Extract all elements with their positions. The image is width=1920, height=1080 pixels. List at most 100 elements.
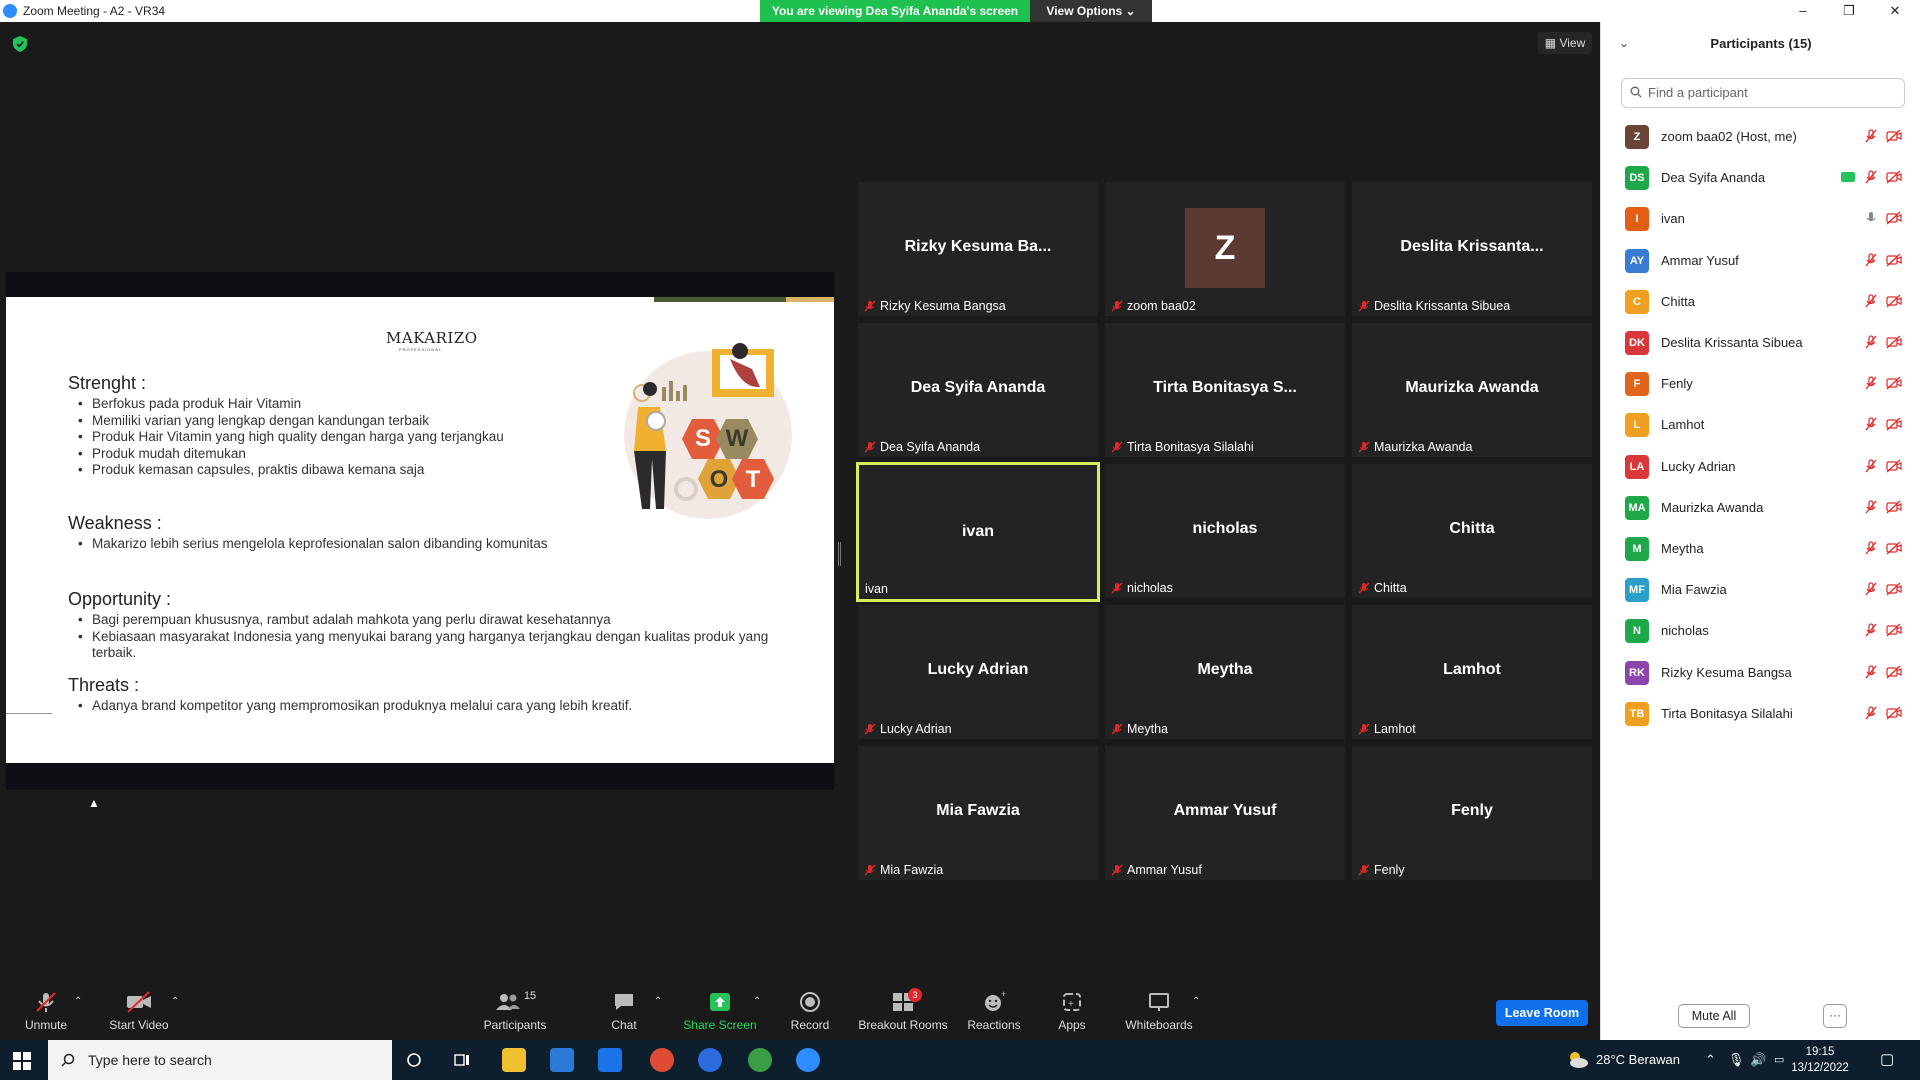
participant-mic-status[interactable] (1864, 335, 1878, 354)
participant-row[interactable]: C Chitta (1601, 281, 1920, 322)
participant-video-status[interactable] (1886, 170, 1902, 189)
participant-video-status[interactable] (1886, 582, 1902, 601)
participant-row[interactable]: DS Dea Syifa Ananda (1601, 157, 1920, 198)
video-tile[interactable]: Deslita Krissanta... Deslita Krissanta S… (1352, 182, 1592, 316)
participant-row[interactable]: RK Rizky Kesuma Bangsa (1601, 652, 1920, 693)
zoom-taskbar-icon[interactable] (796, 1048, 820, 1072)
whiteboards-button[interactable]: Whiteboards (1124, 988, 1194, 1032)
audio-options-caret-icon[interactable]: ⌃ (74, 996, 82, 1007)
restore-button[interactable]: ❐ (1826, 0, 1872, 22)
participant-mic-status[interactable] (1864, 541, 1878, 560)
taskbar-search-box[interactable]: Type here to search (48, 1040, 392, 1080)
shared-screen[interactable]: MAKARIZO PROFESSIONAL Strenght : Berfoku… (6, 272, 834, 790)
participant-video-status[interactable] (1886, 541, 1902, 560)
video-tile[interactable]: Ammar Yusuf Ammar Yusuf (1105, 746, 1345, 880)
notification-center-icon[interactable]: ▢ (1880, 1040, 1894, 1080)
taskbar-clock[interactable]: 19:15 13/12/2022 (1785, 1044, 1855, 1076)
teamviewer-icon[interactable] (698, 1048, 722, 1072)
video-tile[interactable]: Chitta Chitta (1352, 464, 1592, 598)
participant-row[interactable]: F Fenly (1601, 363, 1920, 404)
video-tile[interactable]: Z zoom baa02 (1105, 182, 1345, 316)
participants-button[interactable]: 15 Participants (480, 988, 550, 1032)
participant-mic-status[interactable] (1864, 706, 1878, 725)
participant-video-status[interactable] (1886, 376, 1902, 395)
cortana-icon[interactable] (406, 1052, 422, 1068)
video-tile[interactable]: Meytha Meytha (1105, 605, 1345, 739)
participant-row[interactable]: AY Ammar Yusuf (1601, 240, 1920, 281)
participant-row[interactable]: M Meytha (1601, 528, 1920, 569)
participant-mic-status[interactable] (1864, 170, 1878, 189)
view-button[interactable]: ▦ View (1538, 32, 1592, 54)
video-tile[interactable]: Lamhot Lamhot (1352, 605, 1592, 739)
participant-video-status[interactable] (1886, 500, 1902, 519)
participant-row[interactable]: MF Mia Fawzia (1601, 569, 1920, 610)
weather-text[interactable]: 28°C Berawan (1596, 1040, 1680, 1080)
find-participant-input[interactable]: Find a participant (1621, 78, 1905, 108)
participant-row[interactable]: TB Tirta Bonitasya Silalahi (1601, 693, 1920, 734)
split-resize-handle[interactable] (838, 542, 841, 566)
participant-row[interactable]: MA Maurizka Awanda (1601, 487, 1920, 528)
minimize-button[interactable]: – (1780, 0, 1826, 22)
microsoft-store-icon[interactable] (550, 1048, 574, 1072)
share-screen-button[interactable]: Share Screen (680, 988, 760, 1032)
participant-mic-status[interactable] (1864, 294, 1878, 313)
record-button[interactable]: Record (784, 988, 836, 1032)
participant-video-status[interactable] (1886, 417, 1902, 436)
participant-video-status[interactable] (1886, 294, 1902, 313)
participant-mic-status[interactable] (1864, 129, 1878, 148)
video-tile[interactable]: Lucky Adrian Lucky Adrian (858, 605, 1098, 739)
participant-row[interactable]: L Lamhot (1601, 404, 1920, 445)
participant-row[interactable]: Zzoom baa02 (Host, me) (1601, 116, 1920, 157)
tray-overflow-icon[interactable]: ⌃ (1705, 1040, 1716, 1080)
mute-all-button[interactable]: Mute All (1678, 1004, 1750, 1028)
participant-row[interactable]: Iivan (1601, 198, 1920, 239)
participant-mic-status[interactable] (1864, 500, 1878, 519)
video-tile[interactable]: nicholas nicholas (1105, 464, 1345, 598)
participant-mic-status[interactable] (1864, 623, 1878, 642)
leave-room-button[interactable]: Leave Room (1496, 1000, 1588, 1026)
participant-video-status[interactable] (1886, 211, 1902, 230)
participant-mic-status[interactable] (1864, 211, 1878, 230)
close-button[interactable]: ✕ (1872, 0, 1918, 22)
participant-video-status[interactable] (1886, 665, 1902, 684)
whiteboard-options-caret-icon[interactable]: ⌃ (1192, 996, 1200, 1007)
chat-button[interactable]: Chat (604, 988, 644, 1032)
chrome-icon[interactable] (650, 1048, 674, 1072)
network-icon[interactable]: ▭ (1774, 1040, 1784, 1080)
participant-row[interactable]: Nnicholas (1601, 610, 1920, 651)
more-options-button[interactable]: ··· (1823, 1004, 1847, 1028)
video-tile[interactable]: Mia Fawzia Mia Fawzia (858, 746, 1098, 880)
unmute-button[interactable]: Unmute (18, 988, 74, 1032)
participant-mic-status[interactable] (1864, 582, 1878, 601)
video-tile[interactable]: Rizky Kesuma Ba... Rizky Kesuma Bangsa (858, 182, 1098, 316)
participant-mic-status[interactable] (1864, 417, 1878, 436)
chrome-profile-icon[interactable] (748, 1048, 772, 1072)
participant-video-status[interactable] (1886, 459, 1902, 478)
participant-row[interactable]: DK Deslita Krissanta Sibuea (1601, 322, 1920, 363)
windows-start-icon[interactable] (13, 1052, 31, 1070)
microphone-tray-icon[interactable]: 🎙 (1728, 1040, 1745, 1080)
video-tile[interactable]: Maurizka Awanda Maurizka Awanda (1352, 323, 1592, 457)
video-options-caret-icon[interactable]: ⌃ (171, 996, 179, 1007)
participant-mic-status[interactable] (1864, 376, 1878, 395)
video-tile[interactable]: Tirta Bonitasya S... Tirta Bonitasya Sil… (1105, 323, 1345, 457)
apps-button[interactable]: + Apps (1052, 988, 1092, 1032)
security-shield-icon[interactable] (13, 36, 27, 52)
breakout-rooms-button[interactable]: 3 Breakout Rooms (856, 988, 950, 1032)
file-explorer-icon[interactable] (502, 1048, 526, 1072)
participant-video-status[interactable] (1886, 129, 1902, 148)
start-video-button[interactable]: Start Video (104, 988, 174, 1032)
participant-video-status[interactable] (1886, 253, 1902, 272)
video-tile-active-speaker[interactable]: ivan ivan (856, 462, 1100, 602)
participant-row[interactable]: LA Lucky Adrian (1601, 446, 1920, 487)
share-options-caret-icon[interactable]: ⌃ (753, 996, 761, 1007)
participant-video-status[interactable] (1886, 335, 1902, 354)
video-tile[interactable]: Dea Syifa Ananda Dea Syifa Ananda (858, 323, 1098, 457)
video-tile[interactable]: Fenly Fenly (1352, 746, 1592, 880)
mail-icon[interactable] (598, 1048, 622, 1072)
chat-options-caret-icon[interactable]: ⌃ (654, 996, 662, 1007)
participant-mic-status[interactable] (1864, 458, 1878, 478)
participant-mic-status[interactable] (1864, 664, 1878, 684)
participant-video-status[interactable] (1886, 706, 1902, 725)
participant-mic-status[interactable] (1864, 252, 1878, 272)
